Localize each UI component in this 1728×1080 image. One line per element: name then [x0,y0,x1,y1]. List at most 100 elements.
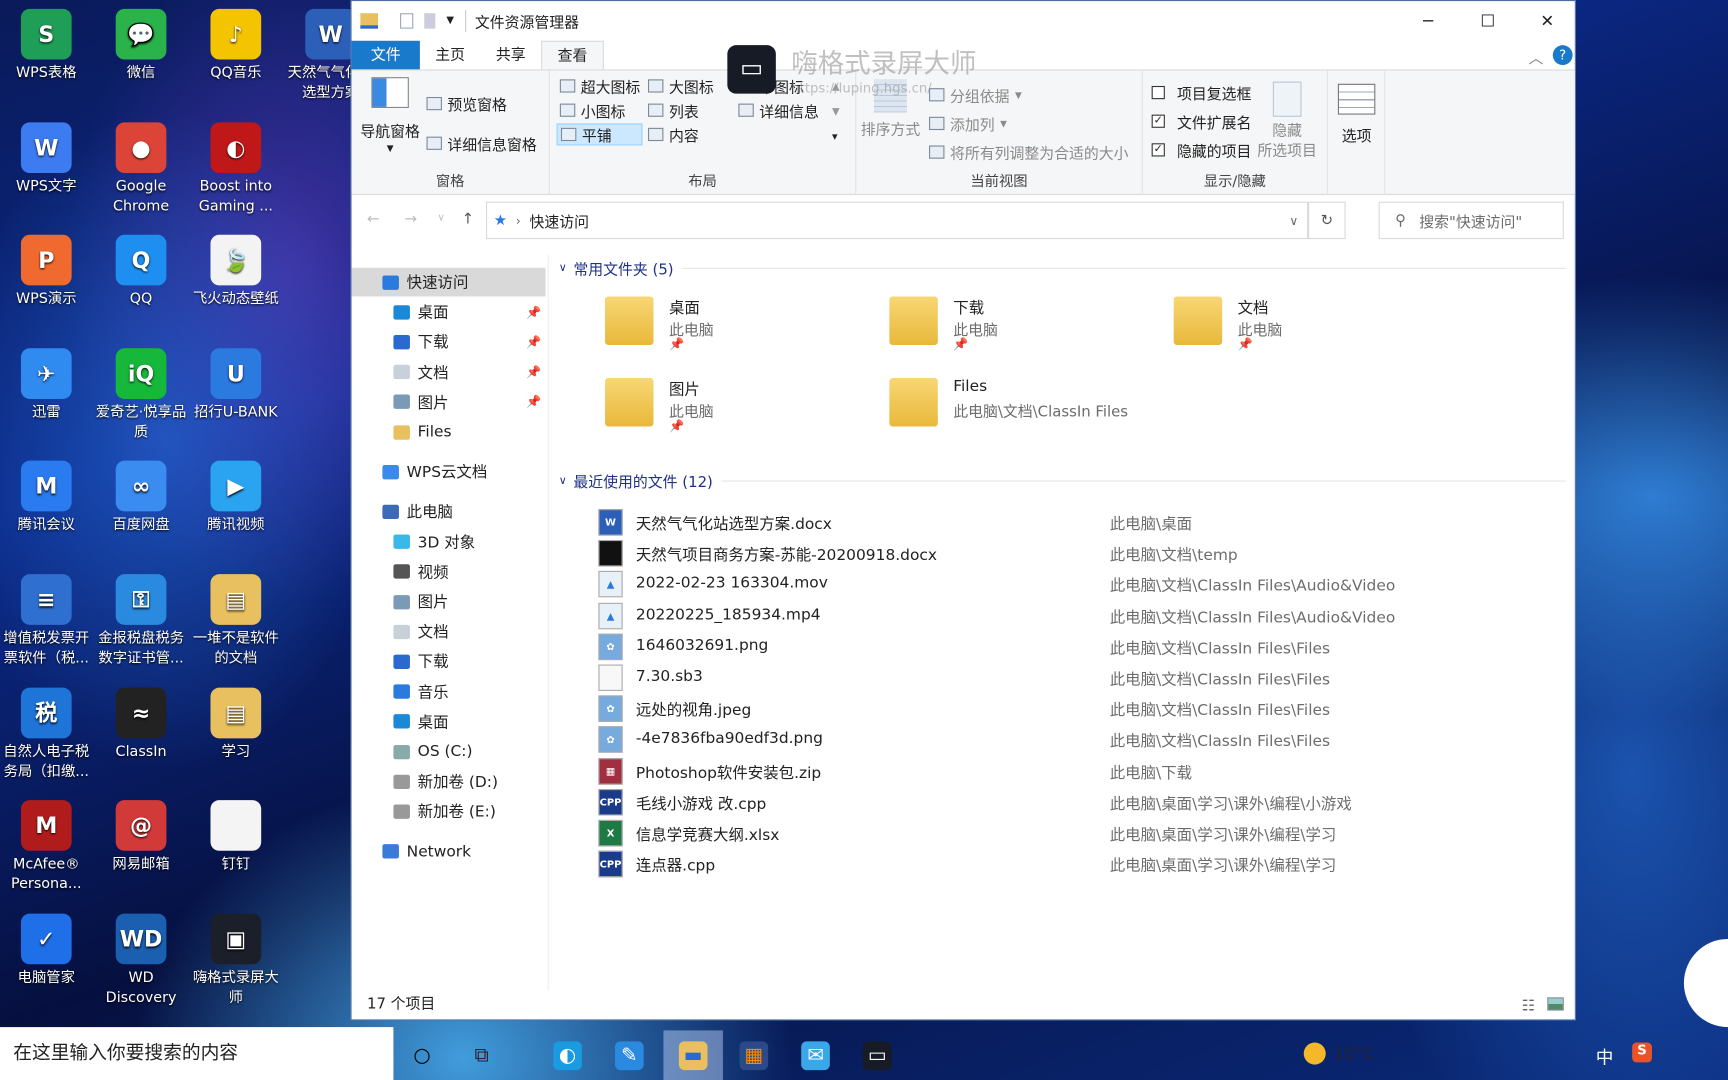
address-dropdown-icon[interactable]: ∨ [1289,213,1298,227]
desktop-icon[interactable]: ♪ QQ音乐 [188,8,283,84]
nav-item[interactable]: Network [352,837,546,866]
taskbar-store-button[interactable]: ▦ [726,1032,781,1080]
search-input[interactable]: ⚲ 搜索"快速访问" [1378,201,1564,240]
desktop-icon[interactable]: WD WD Discovery [94,913,189,1008]
recent-file-row[interactable]: CPP 连点器.cpp 此电脑\桌面\学习\课外\编程\学习 [592,849,1575,880]
weather-temperature[interactable]: 10°C [1333,1044,1374,1064]
nav-item[interactable]: 新加卷 (D:) [352,767,546,796]
desktop-icon[interactable]: ∞ 百度网盘 [94,461,189,536]
folder-tile[interactable]: 桌面 此电脑 📌 [605,296,881,364]
recent-file-row[interactable]: ▲ 20220225_185934.mp4 此电脑\文档\ClassIn Files… [592,600,1575,631]
checkbox-checked[interactable]: ✓ [1151,143,1165,157]
folder-tile[interactable]: Files 此电脑\文档\ClassIn Files [889,377,1165,446]
forward-button[interactable]: → [404,210,416,228]
taskbar-settings-tool-button[interactable]: ✎ [602,1032,657,1080]
layout-option[interactable]: 小图标 [557,99,629,121]
refresh-button[interactable]: ↻ [1308,201,1346,240]
desktop-icon[interactable]: ≈ ClassIn [94,687,189,762]
recent-locations-dropdown[interactable]: ∨ [438,213,445,224]
nav-item[interactable]: 图片 📌 [352,388,546,417]
address-bar[interactable]: ★ › 快速访问 ∨ [485,201,1309,240]
details-pane-button[interactable]: 详细信息窗格 [426,132,537,154]
quick-access-dropdown-icon[interactable]: ▼ [446,15,454,26]
frequent-folders-header[interactable]: ∨ 常用文件夹 (5) [559,257,1566,279]
desktop-icon[interactable]: ✓ 电脑管家 [0,913,94,988]
recent-files-header[interactable]: ∨ 最近使用的文件 (12) [559,469,1566,492]
new-folder-quick-icon[interactable] [424,13,436,29]
taskbar-search-input[interactable]: 在这里输入你要搜索的内容 [0,1027,394,1080]
recent-file-row[interactable]: ✿ -4e7836fba90edf3d.png 此电脑\文档\ClassIn Fil… [592,724,1575,755]
recent-file-row[interactable]: X 信息学竞赛大纲.xlsx 此电脑\桌面\学习\课外\编程\学习 [592,818,1575,849]
checkbox-unchecked[interactable] [1151,85,1165,100]
recent-file-row[interactable]: ✿ 远处的视角.jpeg 此电脑\文档\ClassIn Files\Files [592,693,1575,724]
layout-scroll-down[interactable]: ▼ [832,107,840,118]
folder-tile[interactable]: 下载 此电脑 📌 [889,296,1165,364]
desktop-icon[interactable]: ▶ 腾讯视频 [188,461,283,536]
desktop-icon[interactable]: ◐ Boost into Gaming ... [188,121,283,217]
desktop-icon[interactable]: @ 网易邮箱 [94,800,189,875]
desktop-icon[interactable]: M 腾讯会议 [0,461,94,536]
taskbar-mail-button[interactable]: ✉ [788,1032,843,1080]
pane-splitter[interactable] [547,254,549,991]
desktop-icon[interactable]: iQ 爱奇艺·悦享品质 [94,348,189,443]
desktop-icon[interactable]: U 招行U-BANK [188,348,283,423]
recent-file-row[interactable]: W 天然气气化站选型方案.docx 此电脑\桌面 [592,507,1575,538]
desktop-icon[interactable]: M McAfee® Persona... [0,800,94,895]
desktop-icon[interactable]: ≡ 增值税发票开票软件（税... [0,574,94,669]
sort-by-button[interactable]: 排序方式 [861,79,920,139]
desktop-icon[interactable]: ▤ 学习 [188,687,283,762]
details-view-icon[interactable]: ☷ [1522,993,1535,1019]
taskbar-file-explorer-button[interactable]: ▬ [663,1030,723,1080]
recent-file-row[interactable]: 7.30.sb3 此电脑\文档\ClassIn Files\Files [592,662,1575,693]
recent-file-row[interactable]: 天然气项目商务方案-苏能-20200918.docx 此电脑\文档\temp [592,538,1575,569]
recent-file-row[interactable]: CPP 毛线小游戏 改.cpp 此电脑\桌面\学习\课外\编程\小游戏 [592,787,1575,818]
show-hide-checkbox[interactable]: ✓ 隐藏的项目 [1151,139,1251,161]
taskbar-task-view-button[interactable]: ⧉ [454,1032,509,1080]
nav-item[interactable]: 视频 [352,557,546,586]
nav-item[interactable]: 音乐 [352,677,546,706]
desktop-icon[interactable]: S WPS表格 [0,8,94,84]
nav-item[interactable]: 图片 [352,587,546,616]
nav-item[interactable]: 桌面 📌 [352,298,546,327]
folder-tile[interactable]: 图片 此电脑 📌 [605,377,881,446]
taskbar-edge-button[interactable]: ◐ [540,1032,595,1080]
desktop-icon[interactable]: W WPS文字 [0,121,94,197]
properties-quick-icon[interactable] [400,13,414,29]
preview-pane-button[interactable]: 预览窗格 [426,93,507,115]
recent-file-row[interactable]: ▦ Photoshop软件安装包.zip 此电脑\下载 [592,756,1575,787]
nav-item[interactable]: OS (C:) [352,737,546,766]
nav-item[interactable]: 3D 对象 [352,527,546,556]
nav-item[interactable]: 文档 [352,617,546,646]
maximize-button[interactable]: ☐ [1458,1,1518,41]
ime-indicator[interactable]: 中 [1596,1043,1614,1069]
help-icon[interactable]: ? [1552,45,1573,66]
nav-item[interactable]: 此电脑 [352,497,546,526]
folder-tile[interactable]: 文档 此电脑 📌 [1173,296,1450,364]
minimize-button[interactable]: ─ [1398,1,1458,41]
desktop-icon[interactable]: ✈ 迅雷 [0,348,94,423]
weather-sun-icon[interactable] [1303,1042,1326,1065]
add-column-button[interactable]: 添加列 ▼ [929,112,1007,134]
nav-item[interactable]: 下载 [352,647,546,676]
show-hide-checkbox[interactable]: 项目复选框 [1151,82,1251,104]
navigation-pane-button[interactable]: 导航窗格 ▼ [360,77,420,153]
checkbox-checked[interactable]: ✓ [1151,114,1165,128]
floating-mascot[interactable] [1683,938,1728,1028]
desktop-icon[interactable]: Q QQ [94,234,189,310]
layout-expand[interactable]: ▾ [832,131,838,143]
desktop-icon[interactable]: 🍃 飞火动态壁纸 [188,234,283,310]
desktop-icon[interactable]: ▣ 嗨格式录屏大师 [188,913,283,1008]
back-button[interactable]: ← [367,210,379,228]
title-bar[interactable]: ▼ 文件资源管理器 [352,1,1575,41]
recent-file-row[interactable]: ▲ 2022-02-23 163304.mov 此电脑\文档\ClassIn Fil… [592,569,1575,600]
layout-scroll-up[interactable]: ▲ [832,82,840,93]
desktop-icon[interactable]: 钉钉 [188,800,283,875]
desktop-icon[interactable]: 税自然人电子税务局（扣缴... [0,687,94,782]
ribbon-tab[interactable]: 共享 [480,41,541,70]
ribbon-tab[interactable]: 文件 [351,40,420,70]
layout-option[interactable]: 详细信息 [735,99,822,121]
nav-item[interactable]: 新加卷 (E:) [352,797,546,826]
size-columns-button[interactable]: 将所有列调整为合适的大小 [929,141,1128,163]
desktop-icon[interactable]: ⚿ 金报税盘税务数字证书管... [94,574,189,669]
nav-item[interactable]: 桌面 [352,707,546,736]
